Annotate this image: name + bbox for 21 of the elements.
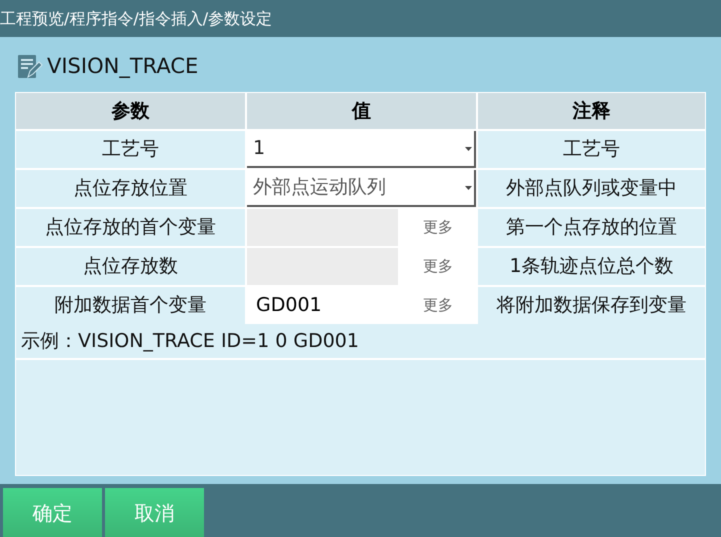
edit-document-icon <box>17 54 43 80</box>
dropdown[interactable]: 1 <box>247 131 476 168</box>
window-title: 工程预览/程序指令/指令插入/参数设定 <box>0 8 272 30</box>
table-cell: 将附加数据保存到变量 <box>478 287 705 324</box>
table-cell: 1条轨迹点位总个数 <box>478 248 705 285</box>
table-cell: 点位存放的首个变量 <box>16 209 245 246</box>
example-text: 示例：VISION_TRACE ID=1 0 GD001 <box>16 324 705 360</box>
column-header: 参数 <box>16 93 245 129</box>
instruction-title: VISION_TRACE <box>47 52 198 80</box>
table-cell: 第一个点存放的位置 <box>478 209 705 246</box>
column-header: 值 <box>247 93 476 129</box>
dropdown[interactable]: 外部点运动队列 <box>247 170 476 207</box>
table-cell: 工艺号 <box>478 131 705 168</box>
table-cell: 外部点队列或变量中 <box>478 170 705 207</box>
table-cell: 点位存放位置 <box>16 170 245 207</box>
table-cell: 附加数据首个变量 <box>16 287 245 324</box>
column-header: 注释 <box>478 93 705 129</box>
table-cell: 工艺号 <box>16 131 245 168</box>
table-cell: 点位存放数 <box>16 248 245 285</box>
caret-icon <box>465 186 472 190</box>
caret-icon <box>465 146 472 150</box>
